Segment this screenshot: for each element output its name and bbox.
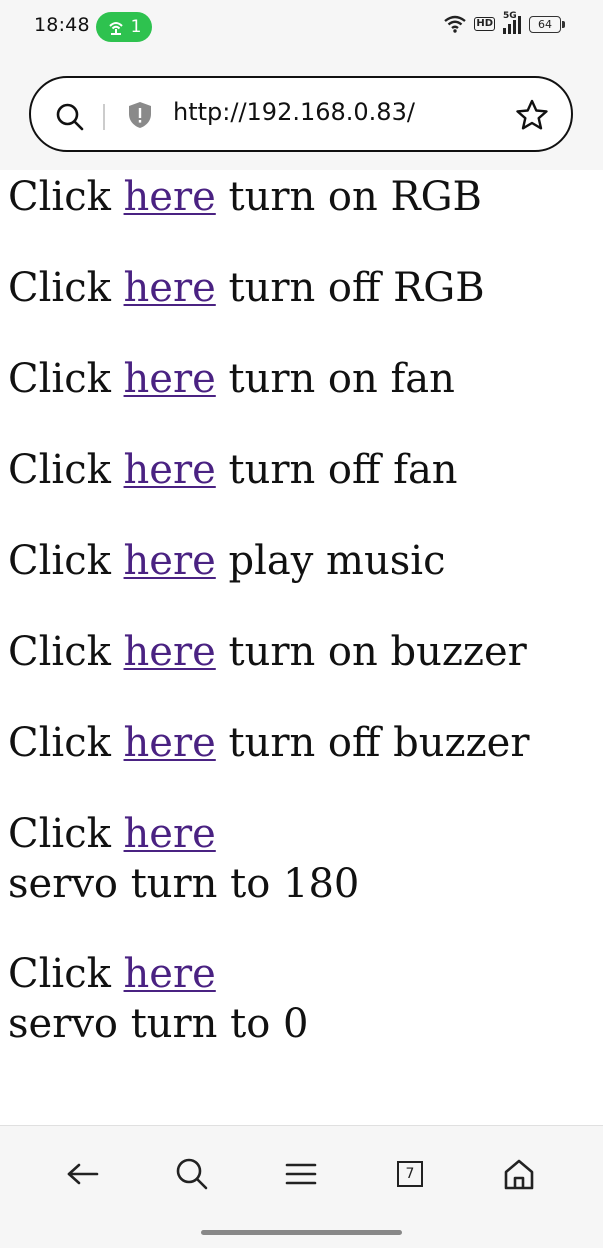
url-text[interactable]: http://192.168.0.83/ [173, 98, 415, 126]
line-prefix: Click [8, 811, 124, 857]
line-suffix: servo turn to 0 [8, 1001, 309, 1047]
search-button[interactable] [172, 1154, 212, 1194]
line-suffix: turn off RGB [215, 265, 485, 311]
line-suffix: turn on fan [215, 356, 455, 402]
link-buzzer-on[interactable]: here [124, 629, 216, 675]
line-suffix: turn off buzzer [215, 720, 530, 766]
status-time: 18:48 [34, 14, 90, 36]
battery-icon: 64 [529, 15, 565, 33]
control-line-servo-180: Click here servo turn to 180 [8, 809, 598, 909]
control-line-music: Click here play music [8, 536, 598, 586]
home-button[interactable] [499, 1154, 539, 1194]
tab-count: 7 [405, 1166, 415, 1182]
control-line-rgb-on: Click here turn on RGB [8, 172, 598, 222]
link-servo-180[interactable]: here [124, 811, 216, 857]
control-line-servo-0: Click here servo turn to 0 [8, 949, 598, 1049]
bottom-navigation: 7 [0, 1125, 603, 1248]
line-suffix: turn on RGB [215, 174, 482, 220]
link-rgb-on[interactable]: here [124, 174, 216, 220]
link-buzzer-off[interactable]: here [124, 720, 216, 766]
control-line-fan-on: Click here turn on fan [8, 354, 598, 404]
menu-button[interactable] [281, 1154, 321, 1194]
home-indicator[interactable] [201, 1230, 402, 1235]
search-icon[interactable] [55, 102, 85, 132]
link-fan-off[interactable]: here [124, 447, 216, 493]
control-line-buzzer-on: Click here turn on buzzer [8, 627, 598, 677]
line-suffix: turn off fan [215, 447, 458, 493]
network-type: 5G [503, 11, 517, 21]
back-icon [67, 1163, 99, 1185]
tabs-button[interactable]: 7 [390, 1154, 430, 1194]
control-line-buzzer-off: Click here turn off buzzer [8, 718, 598, 768]
line-suffix: turn on buzzer [215, 629, 527, 675]
line-prefix: Click [8, 720, 124, 766]
hd-icon: HD [474, 17, 495, 31]
line-prefix: Click [8, 629, 124, 675]
status-bar: 18:48 1 HD 5G 64 [0, 0, 603, 56]
battery-level: 64 [538, 17, 552, 31]
control-line-rgb-off: Click here turn off RGB [8, 263, 598, 313]
page-content: Click here turn on RGB Click here turn o… [8, 172, 598, 1089]
back-button[interactable] [63, 1154, 103, 1194]
line-prefix: Click [8, 951, 124, 997]
hotspot-badge[interactable]: 1 [96, 12, 152, 42]
link-fan-on[interactable]: here [124, 356, 216, 402]
signal-icon: 5G [503, 11, 521, 34]
home-icon [504, 1159, 534, 1190]
hotspot-count: 1 [130, 17, 142, 37]
menu-icon [285, 1163, 317, 1185]
control-line-fan-off: Click here turn off fan [8, 445, 598, 495]
line-prefix: Click [8, 265, 124, 311]
line-suffix: play music [215, 538, 446, 584]
hotspot-icon [108, 22, 123, 35]
search-icon [176, 1158, 208, 1190]
line-prefix: Click [8, 356, 124, 402]
shield-icon[interactable] [127, 101, 153, 129]
system-icons: HD 5G 64 [444, 11, 565, 34]
line-prefix: Click [8, 174, 124, 220]
link-play-music[interactable]: here [124, 538, 216, 584]
tabs-icon: 7 [397, 1161, 423, 1187]
line-suffix: servo turn to 180 [8, 861, 360, 907]
link-servo-0[interactable]: here [124, 951, 216, 997]
line-prefix: Click [8, 447, 124, 493]
line-prefix: Click [8, 538, 124, 584]
wifi-icon [444, 15, 467, 33]
link-rgb-off[interactable]: here [124, 265, 216, 311]
star-icon[interactable] [515, 99, 549, 131]
address-bar[interactable]: http://192.168.0.83/ [29, 76, 573, 152]
address-divider [103, 104, 105, 130]
browser-toolbar: http://192.168.0.83/ [0, 56, 603, 170]
